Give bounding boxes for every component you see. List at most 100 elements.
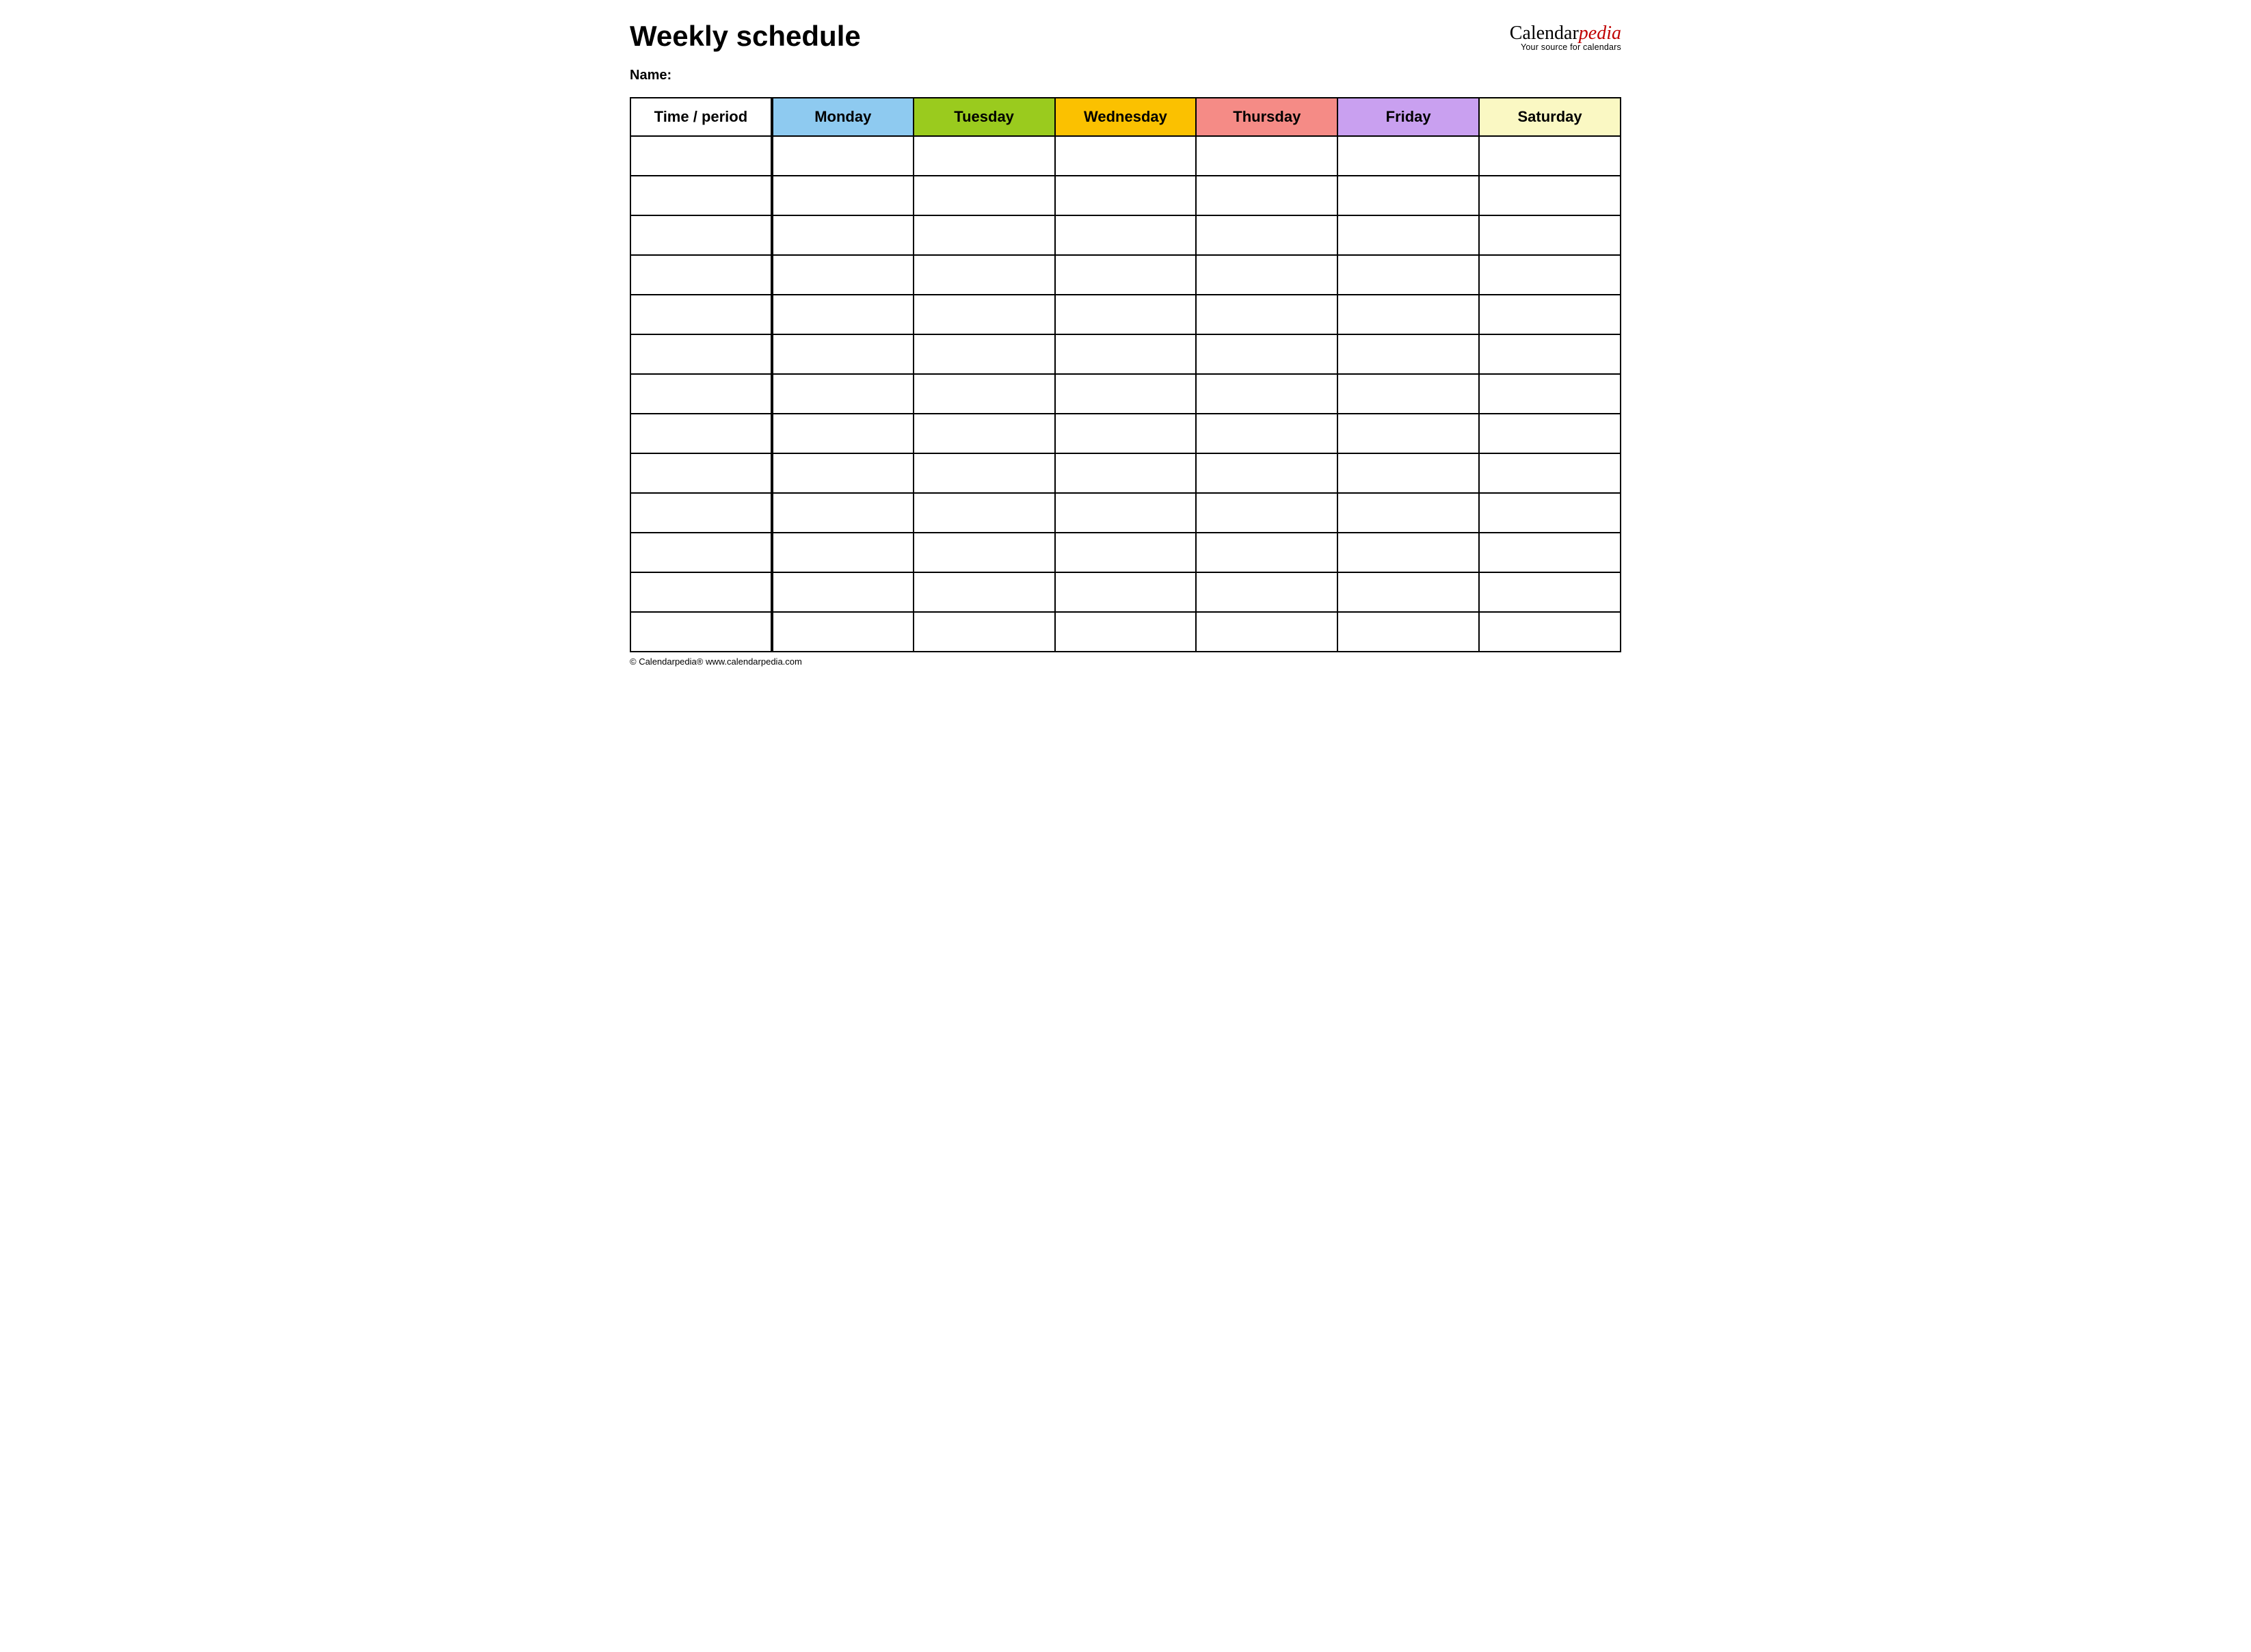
schedule-cell[interactable]: [914, 533, 1055, 572]
schedule-cell[interactable]: [914, 414, 1055, 453]
schedule-cell[interactable]: [1479, 572, 1621, 612]
schedule-cell[interactable]: [914, 136, 1055, 176]
schedule-cell[interactable]: [1196, 374, 1337, 414]
schedule-cell[interactable]: [1196, 533, 1337, 572]
schedule-cell[interactable]: [1337, 176, 1479, 215]
schedule-cell[interactable]: [1337, 414, 1479, 453]
schedule-cell[interactable]: [1196, 255, 1337, 295]
schedule-cell[interactable]: [1479, 255, 1621, 295]
schedule-cell[interactable]: [1337, 612, 1479, 652]
schedule-cell[interactable]: [1479, 334, 1621, 374]
table-row: [630, 453, 1621, 493]
schedule-cell[interactable]: [914, 572, 1055, 612]
schedule-cell[interactable]: [772, 572, 914, 612]
schedule-cell[interactable]: [1337, 215, 1479, 255]
schedule-cell[interactable]: [1055, 453, 1197, 493]
schedule-cell[interactable]: [1196, 176, 1337, 215]
time-cell[interactable]: [630, 572, 772, 612]
schedule-cell[interactable]: [914, 255, 1055, 295]
schedule-cell[interactable]: [1337, 493, 1479, 533]
time-cell[interactable]: [630, 176, 772, 215]
schedule-cell[interactable]: [772, 334, 914, 374]
schedule-cell[interactable]: [1196, 215, 1337, 255]
schedule-cell[interactable]: [772, 295, 914, 334]
schedule-cell[interactable]: [1479, 215, 1621, 255]
time-cell[interactable]: [630, 215, 772, 255]
table-row: [630, 533, 1621, 572]
time-cell[interactable]: [630, 374, 772, 414]
schedule-cell[interactable]: [1337, 295, 1479, 334]
schedule-cell[interactable]: [1196, 493, 1337, 533]
schedule-cell[interactable]: [1196, 572, 1337, 612]
schedule-cell[interactable]: [1196, 414, 1337, 453]
schedule-cell[interactable]: [1055, 374, 1197, 414]
schedule-cell[interactable]: [1196, 334, 1337, 374]
schedule-cell[interactable]: [1479, 533, 1621, 572]
time-cell[interactable]: [630, 453, 772, 493]
schedule-cell[interactable]: [772, 414, 914, 453]
schedule-cell[interactable]: [1337, 255, 1479, 295]
schedule-cell[interactable]: [1479, 374, 1621, 414]
col-header-friday: Friday: [1337, 98, 1479, 136]
time-cell[interactable]: [630, 493, 772, 533]
time-cell[interactable]: [630, 533, 772, 572]
schedule-cell[interactable]: [1196, 295, 1337, 334]
schedule-cell[interactable]: [1196, 612, 1337, 652]
schedule-cell[interactable]: [772, 533, 914, 572]
time-cell[interactable]: [630, 612, 772, 652]
schedule-cell[interactable]: [772, 612, 914, 652]
schedule-cell[interactable]: [1055, 255, 1197, 295]
table-row: [630, 215, 1621, 255]
schedule-cell[interactable]: [1337, 453, 1479, 493]
time-cell[interactable]: [630, 295, 772, 334]
schedule-cell[interactable]: [772, 215, 914, 255]
schedule-cell[interactable]: [1337, 334, 1479, 374]
schedule-cell[interactable]: [772, 453, 914, 493]
table-row: [630, 493, 1621, 533]
time-cell[interactable]: [630, 334, 772, 374]
schedule-cell[interactable]: [1337, 572, 1479, 612]
schedule-cell[interactable]: [1196, 453, 1337, 493]
schedule-cell[interactable]: [1196, 136, 1337, 176]
schedule-cell[interactable]: [914, 334, 1055, 374]
table-row: [630, 612, 1621, 652]
schedule-cell[interactable]: [1479, 176, 1621, 215]
schedule-cell[interactable]: [1479, 136, 1621, 176]
schedule-cell[interactable]: [1337, 374, 1479, 414]
schedule-cell[interactable]: [914, 612, 1055, 652]
schedule-cell[interactable]: [1479, 414, 1621, 453]
schedule-cell[interactable]: [772, 255, 914, 295]
schedule-cell[interactable]: [1055, 612, 1197, 652]
schedule-cell[interactable]: [772, 493, 914, 533]
schedule-cell[interactable]: [914, 215, 1055, 255]
time-cell[interactable]: [630, 255, 772, 295]
schedule-cell[interactable]: [1055, 176, 1197, 215]
brand-part1: Calendar: [1510, 23, 1579, 44]
schedule-cell[interactable]: [914, 374, 1055, 414]
time-cell[interactable]: [630, 414, 772, 453]
schedule-cell[interactable]: [772, 176, 914, 215]
schedule-cell[interactable]: [914, 176, 1055, 215]
schedule-cell[interactable]: [1479, 453, 1621, 493]
schedule-table: Time / period Monday Tuesday Wednesday T…: [630, 97, 1621, 652]
schedule-cell[interactable]: [1479, 493, 1621, 533]
time-cell[interactable]: [630, 136, 772, 176]
schedule-cell[interactable]: [1055, 533, 1197, 572]
schedule-cell[interactable]: [914, 493, 1055, 533]
table-row: [630, 255, 1621, 295]
schedule-cell[interactable]: [914, 295, 1055, 334]
schedule-cell[interactable]: [1055, 295, 1197, 334]
schedule-cell[interactable]: [914, 453, 1055, 493]
schedule-cell[interactable]: [1055, 414, 1197, 453]
schedule-cell[interactable]: [1055, 493, 1197, 533]
schedule-cell[interactable]: [1055, 572, 1197, 612]
schedule-cell[interactable]: [1055, 334, 1197, 374]
schedule-cell[interactable]: [1337, 533, 1479, 572]
schedule-cell[interactable]: [1479, 295, 1621, 334]
schedule-cell[interactable]: [1337, 136, 1479, 176]
schedule-cell[interactable]: [1055, 215, 1197, 255]
schedule-cell[interactable]: [1479, 612, 1621, 652]
schedule-cell[interactable]: [772, 136, 914, 176]
schedule-cell[interactable]: [772, 374, 914, 414]
schedule-cell[interactable]: [1055, 136, 1197, 176]
